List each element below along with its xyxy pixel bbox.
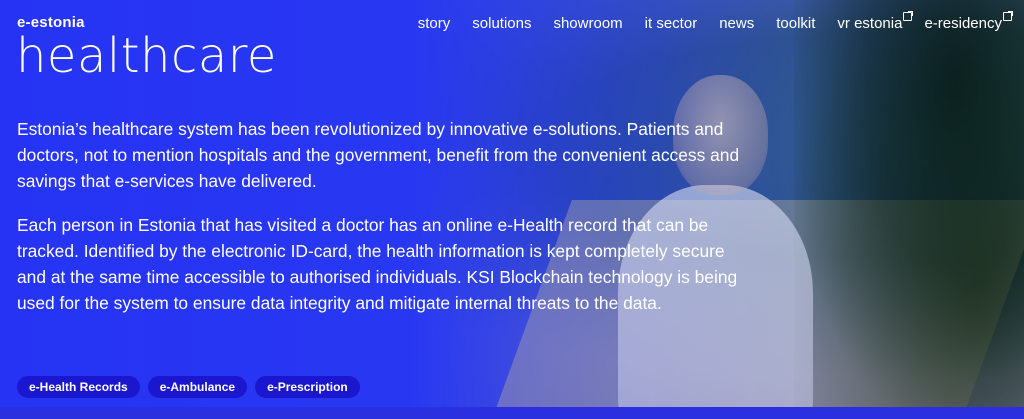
tag-e-prescription[interactable]: e-Prescription (255, 376, 360, 398)
nav-item-label: vr estonia (837, 15, 903, 32)
detail-paragraph: Each person in Estonia that has visited … (17, 215, 738, 313)
page-title: healthcare (16, 28, 277, 84)
nav-item-news[interactable]: news (719, 15, 754, 32)
nav-item-toolkit[interactable]: toolkit (776, 15, 815, 32)
intro-content: Estonia’s healthcare system has been rev… (17, 116, 757, 334)
tag-e-ambulance[interactable]: e-Ambulance (147, 376, 248, 398)
bottom-bar (0, 407, 1024, 419)
external-link-icon (1003, 11, 1013, 21)
tag-e-health-records[interactable]: e-Health Records (17, 376, 140, 398)
nav-item-story[interactable]: story (418, 15, 451, 32)
intro-paragraph: Estonia’s healthcare system has been rev… (17, 119, 740, 191)
pine-tree (794, 0, 1024, 419)
tag-list: e-Health Records e-Ambulance e-Prescript… (17, 376, 360, 398)
nav-item-vr-estonia[interactable]: vr estonia (837, 11, 914, 32)
nav-item-solutions[interactable]: solutions (472, 15, 531, 32)
nav-item-it-sector[interactable]: it sector (645, 15, 698, 32)
external-link-icon (903, 11, 914, 21)
nav-item-showroom[interactable]: showroom (553, 15, 622, 32)
main-nav: story solutions showroom it sector news … (396, 11, 1013, 32)
nav-item-e-residency[interactable]: e-residency (924, 11, 1013, 32)
nav-item-label: e-residency (924, 15, 1002, 32)
